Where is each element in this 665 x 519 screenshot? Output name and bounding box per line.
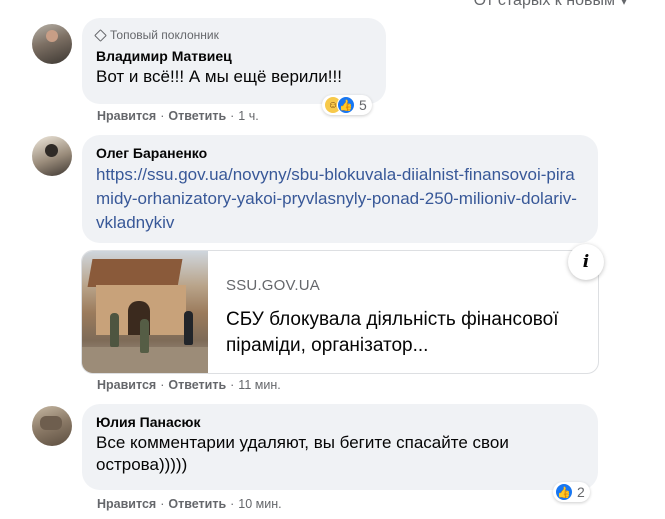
avatar[interactable] bbox=[32, 24, 72, 64]
separator-dot: · bbox=[160, 109, 165, 123]
reply-button[interactable]: Ответить bbox=[168, 109, 226, 123]
badge-label: Топовый поклонник bbox=[110, 28, 219, 42]
comment-bubble: Олег Бараненко https://ssu.gov.ua/novyny… bbox=[82, 135, 598, 243]
separator-dot: · bbox=[160, 378, 165, 392]
separator-dot: · bbox=[230, 378, 235, 392]
like-reaction-icon: 👍 bbox=[555, 483, 573, 501]
comment-actions: Нравится · Ответить · 10 мин. bbox=[97, 497, 282, 511]
reactions-summary[interactable]: 👍 2 bbox=[553, 482, 590, 502]
sort-label: От старых к новым bbox=[473, 0, 615, 9]
comment-author[interactable]: Юлия Панасюк bbox=[96, 412, 584, 432]
comment-actions: Нравится · Ответить · 1 ч. bbox=[97, 109, 259, 123]
comment-text: Все комментарии удаляют, вы бегите спаса… bbox=[96, 433, 509, 474]
like-button[interactable]: Нравится bbox=[97, 378, 156, 392]
reaction-count: 2 bbox=[577, 484, 585, 500]
like-button[interactable]: Нравится bbox=[97, 497, 156, 511]
separator-dot: · bbox=[160, 497, 165, 511]
separator-dot: · bbox=[230, 109, 235, 123]
avatar[interactable] bbox=[32, 136, 72, 176]
comment-author[interactable]: Владимир Матвиец bbox=[96, 46, 372, 66]
preview-domain: SSU.GOV.UA bbox=[226, 277, 320, 294]
avatar[interactable] bbox=[32, 406, 72, 446]
preview-thumbnail bbox=[82, 251, 208, 373]
diamond-icon bbox=[94, 28, 107, 42]
comment-timestamp[interactable]: 11 мин. bbox=[238, 378, 280, 392]
reactions-summary[interactable]: ☺ 👍 5 bbox=[322, 95, 372, 115]
comment-author[interactable]: Олег Бараненко bbox=[96, 143, 584, 163]
comment-timestamp[interactable]: 1 ч. bbox=[238, 109, 258, 123]
comment-timestamp[interactable]: 10 мин. bbox=[238, 497, 281, 511]
comment-sort-dropdown[interactable]: От старых к новым ▾ bbox=[474, 0, 627, 10]
comment-text: Вот и всё!!! А мы ещё верили!!! bbox=[96, 67, 342, 86]
comment-bubble: Топовый поклонник Владимир Матвиец Вот и… bbox=[82, 18, 386, 104]
chevron-down-icon: ▾ bbox=[620, 0, 627, 8]
comment-actions: Нравится · Ответить · 11 мин. bbox=[97, 378, 281, 392]
reaction-count: 5 bbox=[359, 97, 367, 113]
link-preview-card[interactable]: SSU.GOV.UA СБУ блокувала діяльність фіна… bbox=[81, 250, 599, 374]
info-icon[interactable]: i bbox=[568, 244, 604, 280]
preview-title[interactable]: СБУ блокувала діяльність фінансової піра… bbox=[226, 307, 586, 359]
like-reaction-icon: 👍 bbox=[337, 96, 355, 114]
reply-button[interactable]: Ответить bbox=[168, 497, 226, 511]
separator-dot: · bbox=[230, 497, 235, 511]
comment-bubble: Юлия Панасюк Все комментарии удаляют, вы… bbox=[82, 404, 598, 490]
top-fan-badge: Топовый поклонник bbox=[94, 28, 372, 42]
like-button[interactable]: Нравится bbox=[97, 109, 156, 123]
comment-link[interactable]: https://ssu.gov.ua/novyny/sbu-blokuvala-… bbox=[96, 165, 577, 232]
reply-button[interactable]: Ответить bbox=[168, 378, 226, 392]
